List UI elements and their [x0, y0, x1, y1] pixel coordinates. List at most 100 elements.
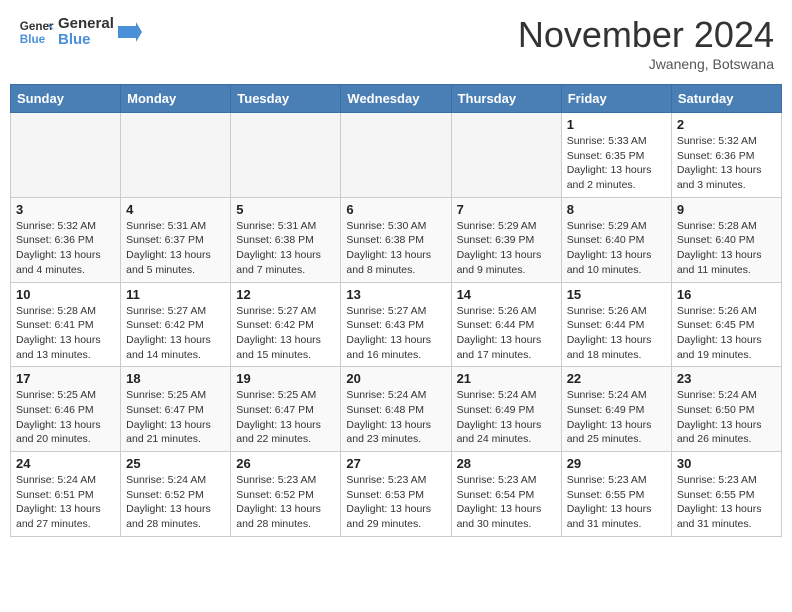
page-header: General Blue General Blue November 2024 … [10, 10, 782, 76]
day-number: 14 [457, 287, 556, 302]
weekday-header-monday: Monday [121, 85, 231, 113]
day-number: 7 [457, 202, 556, 217]
day-number: 2 [677, 117, 776, 132]
day-info: Sunrise: 5:23 AMSunset: 6:55 PMDaylight:… [677, 473, 776, 532]
calendar-cell: 27 Sunrise: 5:23 AMSunset: 6:53 PMDayligh… [341, 452, 451, 537]
weekday-header-friday: Friday [561, 85, 671, 113]
calendar-cell: 16Sunrise: 5:26 AMSunset: 6:45 PMDayligh… [671, 282, 781, 367]
logo-general: General [58, 15, 114, 32]
day-info: Sunrise: 5:24 AMSunset: 6:51 PMDaylight:… [16, 473, 115, 532]
day-info: Sunrise: 5:24 AMSunset: 6:49 PMDaylight:… [457, 388, 556, 447]
day-number: 23 [677, 371, 776, 386]
weekday-header-saturday: Saturday [671, 85, 781, 113]
day-info: Sunrise: 5:28 AMSunset: 6:41 PMDaylight:… [16, 304, 115, 363]
day-info: Sunrise: 5:26 AMSunset: 6:44 PMDaylight:… [457, 304, 556, 363]
day-number: 15 [567, 287, 666, 302]
day-number: 26 [236, 456, 335, 471]
day-info: Sunrise: 5:24 AMSunset: 6:50 PMDaylight:… [677, 388, 776, 447]
calendar-cell: 1Sunrise: 5:33 AMSunset: 6:35 PMDaylight… [561, 113, 671, 198]
week-row-3: 10Sunrise: 5:28 AMSunset: 6:41 PMDayligh… [11, 282, 782, 367]
day-number: 5 [236, 202, 335, 217]
day-number: 13 [346, 287, 445, 302]
day-number: 29 [567, 456, 666, 471]
day-number: 4 [126, 202, 225, 217]
day-info: Sunrise: 5:31 AMSunset: 6:38 PMDaylight:… [236, 219, 335, 278]
calendar-cell: 6 Sunrise: 5:30 AMSunset: 6:38 PMDaylight… [341, 197, 451, 282]
day-number: 12 [236, 287, 335, 302]
day-info: Sunrise: 5:25 AMSunset: 6:46 PMDaylight:… [16, 388, 115, 447]
week-row-1: 1Sunrise: 5:33 AMSunset: 6:35 PMDaylight… [11, 113, 782, 198]
calendar-cell: 26Sunrise: 5:23 AMSunset: 6:52 PMDayligh… [231, 452, 341, 537]
day-info: Sunrise: 5:23 AMSunset: 6:55 PMDaylight:… [567, 473, 666, 532]
location: Jwaneng, Botswana [518, 56, 774, 72]
day-number: 28 [457, 456, 556, 471]
day-number: 1 [567, 117, 666, 132]
calendar-cell: 23 Sunrise: 5:24 AMSunset: 6:50 PMDayligh… [671, 367, 781, 452]
calendar-cell: 8Sunrise: 5:29 AMSunset: 6:40 PMDaylight… [561, 197, 671, 282]
svg-text:Blue: Blue [20, 33, 46, 46]
calendar-cell: 28 Sunrise: 5:23 AMSunset: 6:54 PMDayligh… [451, 452, 561, 537]
day-number: 17 [16, 371, 115, 386]
day-number: 24 [16, 456, 115, 471]
calendar-cell: 14 Sunrise: 5:26 AMSunset: 6:44 PMDayligh… [451, 282, 561, 367]
day-info: Sunrise: 5:26 AMSunset: 6:44 PMDaylight:… [567, 304, 666, 363]
weekday-header-row: SundayMondayTuesdayWednesdayThursdayFrid… [11, 85, 782, 113]
weekday-header-thursday: Thursday [451, 85, 561, 113]
day-info: Sunrise: 5:27 AMSunset: 6:43 PMDaylight:… [346, 304, 445, 363]
day-info: Sunrise: 5:32 AMSunset: 6:36 PMDaylight:… [677, 134, 776, 193]
calendar-cell: 24 Sunrise: 5:24 AMSunset: 6:51 PMDayligh… [11, 452, 121, 537]
day-info: Sunrise: 5:27 AMSunset: 6:42 PMDaylight:… [126, 304, 225, 363]
calendar-cell: 19 Sunrise: 5:25 AMSunset: 6:47 PMDayligh… [231, 367, 341, 452]
week-row-4: 17 Sunrise: 5:25 AMSunset: 6:46 PMDayligh… [11, 367, 782, 452]
calendar-cell: 12Sunrise: 5:27 AMSunset: 6:42 PMDayligh… [231, 282, 341, 367]
calendar-cell: 11 Sunrise: 5:27 AMSunset: 6:42 PMDayligh… [121, 282, 231, 367]
calendar-cell: 15 Sunrise: 5:26 AMSunset: 6:44 PMDayligh… [561, 282, 671, 367]
calendar-cell [11, 113, 121, 198]
day-info: Sunrise: 5:24 AMSunset: 6:52 PMDaylight:… [126, 473, 225, 532]
calendar-cell: 22 Sunrise: 5:24 AMSunset: 6:49 PMDayligh… [561, 367, 671, 452]
day-number: 25 [126, 456, 225, 471]
day-info: Sunrise: 5:31 AMSunset: 6:37 PMDaylight:… [126, 219, 225, 278]
calendar-cell: 5 Sunrise: 5:31 AMSunset: 6:38 PMDaylight… [231, 197, 341, 282]
day-info: Sunrise: 5:23 AMSunset: 6:54 PMDaylight:… [457, 473, 556, 532]
day-info: Sunrise: 5:25 AMSunset: 6:47 PMDaylight:… [236, 388, 335, 447]
calendar-cell [451, 113, 561, 198]
calendar-cell: 4 Sunrise: 5:31 AMSunset: 6:37 PMDaylight… [121, 197, 231, 282]
day-info: Sunrise: 5:24 AMSunset: 6:49 PMDaylight:… [567, 388, 666, 447]
day-number: 11 [126, 287, 225, 302]
day-info: Sunrise: 5:28 AMSunset: 6:40 PMDaylight:… [677, 219, 776, 278]
weekday-header-sunday: Sunday [11, 85, 121, 113]
title-block: November 2024 Jwaneng, Botswana [518, 14, 774, 72]
day-number: 18 [126, 371, 225, 386]
calendar-cell: 18 Sunrise: 5:25 AMSunset: 6:47 PMDayligh… [121, 367, 231, 452]
week-row-5: 24 Sunrise: 5:24 AMSunset: 6:51 PMDayligh… [11, 452, 782, 537]
calendar-cell: 3Sunrise: 5:32 AMSunset: 6:36 PMDaylight… [11, 197, 121, 282]
calendar-cell: 2 Sunrise: 5:32 AMSunset: 6:36 PMDaylight… [671, 113, 781, 198]
calendar-cell: 30 Sunrise: 5:23 AMSunset: 6:55 PMDayligh… [671, 452, 781, 537]
calendar-cell [231, 113, 341, 198]
day-info: Sunrise: 5:24 AMSunset: 6:48 PMDaylight:… [346, 388, 445, 447]
day-info: Sunrise: 5:23 AMSunset: 6:53 PMDaylight:… [346, 473, 445, 532]
day-number: 20 [346, 371, 445, 386]
calendar-cell: 25 Sunrise: 5:24 AMSunset: 6:52 PMDayligh… [121, 452, 231, 537]
day-number: 9 [677, 202, 776, 217]
day-number: 21 [457, 371, 556, 386]
calendar-cell [341, 113, 451, 198]
day-number: 27 [346, 456, 445, 471]
calendar-cell: 21 Sunrise: 5:24 AMSunset: 6:49 PMDayligh… [451, 367, 561, 452]
day-number: 6 [346, 202, 445, 217]
month-title: November 2024 [518, 14, 774, 56]
calendar-cell: 9 Sunrise: 5:28 AMSunset: 6:40 PMDaylight… [671, 197, 781, 282]
logo-blue: Blue [58, 32, 114, 49]
day-number: 3 [16, 202, 115, 217]
calendar-cell: 13 Sunrise: 5:27 AMSunset: 6:43 PMDayligh… [341, 282, 451, 367]
day-info: Sunrise: 5:29 AMSunset: 6:39 PMDaylight:… [457, 219, 556, 278]
day-number: 30 [677, 456, 776, 471]
calendar-cell: 20 Sunrise: 5:24 AMSunset: 6:48 PMDayligh… [341, 367, 451, 452]
day-number: 19 [236, 371, 335, 386]
day-number: 22 [567, 371, 666, 386]
day-info: Sunrise: 5:25 AMSunset: 6:47 PMDaylight:… [126, 388, 225, 447]
day-info: Sunrise: 5:29 AMSunset: 6:40 PMDaylight:… [567, 219, 666, 278]
day-info: Sunrise: 5:30 AMSunset: 6:38 PMDaylight:… [346, 219, 445, 278]
calendar-cell [121, 113, 231, 198]
